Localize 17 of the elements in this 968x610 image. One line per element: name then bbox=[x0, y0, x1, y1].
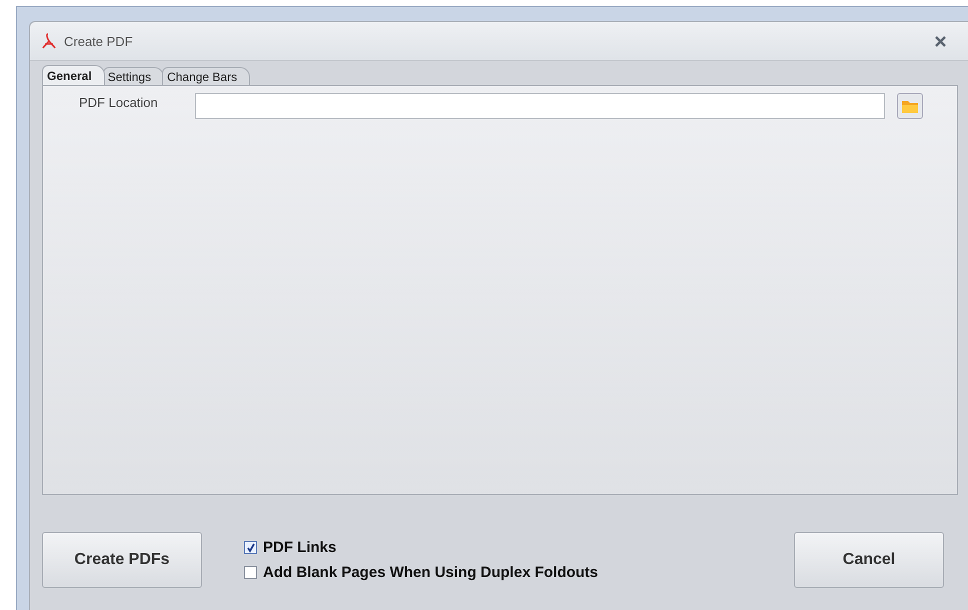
close-button[interactable] bbox=[933, 34, 948, 48]
pdf-icon bbox=[42, 33, 56, 49]
cancel-button[interactable]: Cancel bbox=[794, 532, 944, 588]
folder-icon bbox=[901, 98, 919, 114]
browse-button[interactable] bbox=[897, 93, 923, 119]
close-icon bbox=[935, 36, 946, 46]
create-pdfs-button[interactable]: Create PDFs bbox=[42, 532, 202, 588]
tab[interactable]: Settings bbox=[102, 67, 164, 85]
pdf-location-field[interactable] bbox=[195, 93, 885, 119]
tab[interactable]: General bbox=[42, 65, 105, 85]
checkbox-label: Add Blank Pages When Using Duplex Foldouts bbox=[263, 564, 598, 581]
field-label: PDF Location bbox=[79, 94, 159, 110]
checkbox-label: PDF Links bbox=[263, 539, 336, 556]
window-title: Create PDF bbox=[64, 34, 134, 48]
checkbox[interactable] bbox=[244, 566, 257, 579]
checkbox[interactable] bbox=[244, 541, 257, 554]
tab[interactable]: Change Bars bbox=[162, 67, 250, 85]
